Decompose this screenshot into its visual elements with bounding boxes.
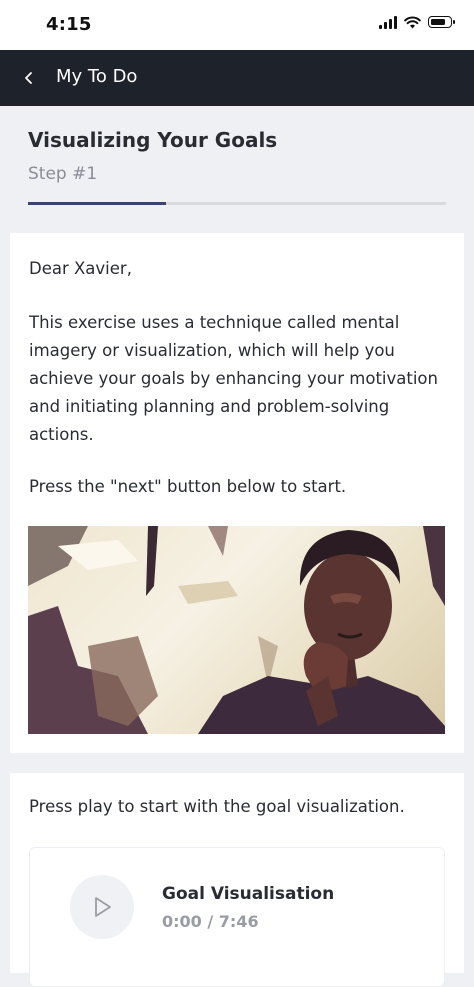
battery-icon xyxy=(428,16,455,28)
audio-time: 0:00 / 7:46 xyxy=(162,912,259,931)
audio-card: Press play to start with the goal visual… xyxy=(10,773,464,987)
chevron-left-icon xyxy=(25,72,32,84)
greeting-text: Dear Xavier, xyxy=(29,259,132,278)
audio-player: Goal Visualisation 0:00 / 7:46 xyxy=(29,847,445,987)
back-button[interactable] xyxy=(22,62,36,94)
step-progress-fill xyxy=(28,202,166,205)
status-bar: 4:15 xyxy=(0,0,474,50)
intro-text: This exercise uses a technique called me… xyxy=(29,313,438,444)
page-header: Visualizing Your Goals Step #1 xyxy=(28,128,448,184)
instruction-text: Press the "next" button below to start. xyxy=(29,477,347,496)
play-prompt-text: Press play to start with the goal visual… xyxy=(29,797,405,816)
cellular-signal-icon xyxy=(379,15,397,29)
step-progress-bar xyxy=(28,202,446,205)
nav-title[interactable]: My To Do xyxy=(56,66,137,87)
thinking-man-illustration xyxy=(28,526,445,734)
message-card: Dear Xavier, This exercise uses a techni… xyxy=(10,233,464,753)
audio-track-title: Goal Visualisation xyxy=(162,884,335,904)
status-time: 4:15 xyxy=(46,14,92,35)
play-icon xyxy=(95,897,111,917)
hero-illustration xyxy=(28,526,445,734)
nav-bar: My To Do xyxy=(0,50,474,106)
page-title: Visualizing Your Goals xyxy=(28,128,278,152)
step-label: Step #1 xyxy=(28,164,98,184)
wifi-icon xyxy=(404,15,421,28)
play-button[interactable] xyxy=(70,875,134,939)
status-icons xyxy=(379,15,455,29)
